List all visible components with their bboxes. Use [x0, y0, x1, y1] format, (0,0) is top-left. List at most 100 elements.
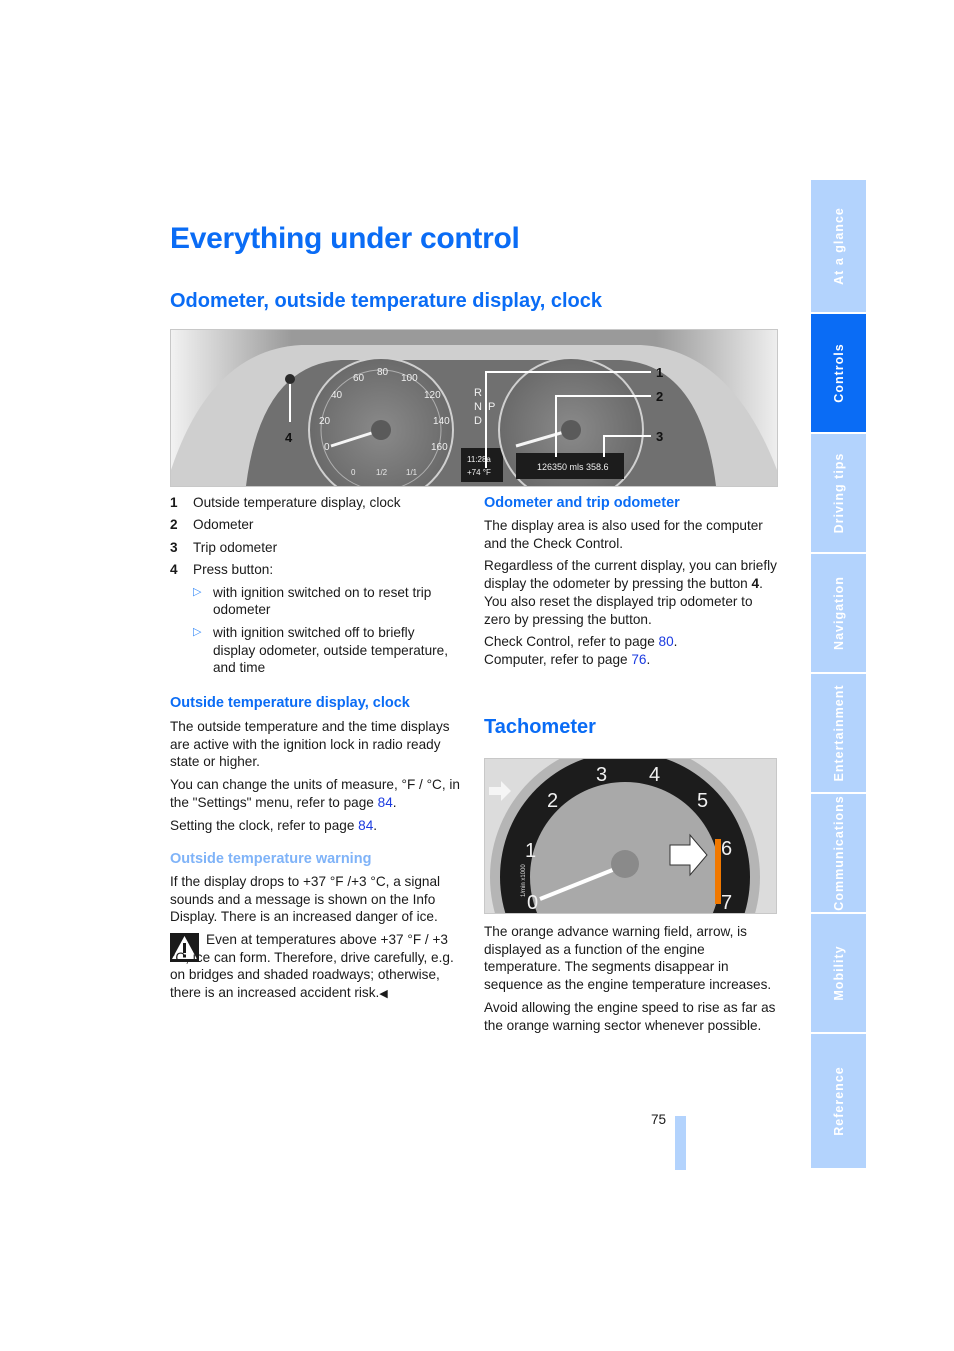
paragraph: Avoid allowing the engine speed to rise …	[484, 999, 776, 1033]
gear-r: R	[474, 387, 482, 399]
tab-entertainment[interactable]: Entertainment	[811, 674, 866, 792]
page-link-84[interactable]: 84	[358, 818, 373, 833]
tachometer-gauge: 126350 mls 358.6	[498, 357, 644, 486]
tachometer-body: The orange advance warning field, arrow,…	[484, 923, 779, 1039]
section-heading-tachometer: Tachometer	[484, 716, 596, 738]
callout-4: 4	[285, 430, 293, 445]
tab-label: Navigation	[831, 576, 846, 650]
legend-subitem-text: with ignition switched off to briefly di…	[213, 624, 449, 676]
tach-tick-label: 5	[697, 790, 708, 812]
fuel-tick-label: 1/1	[406, 468, 418, 477]
speed-tick-label: 80	[377, 367, 389, 378]
page-link-76[interactable]: 76	[631, 652, 646, 667]
tab-label: Communications	[831, 795, 846, 911]
bullet-triangle-icon: ▷	[193, 625, 202, 638]
tab-label: Mobility	[831, 945, 846, 1001]
legend-subitem: ▷ with ignition switched on to reset trip…	[193, 584, 465, 619]
legend-item: 4 Press button:	[170, 561, 465, 579]
button-ref: 4	[751, 576, 760, 592]
turn-signal-icon	[489, 781, 511, 801]
tab-label: Reference	[831, 1066, 846, 1136]
tachometer-illustration: 0 1 2 3 4 5 6 7 1/min x1000	[489, 759, 760, 913]
gear-p: P	[488, 401, 495, 413]
page-number-bar	[675, 1116, 686, 1170]
text: .	[759, 576, 763, 592]
callout-1: 1	[656, 365, 663, 380]
speed-tick-label: 20	[319, 416, 331, 427]
page-number: 75	[651, 1112, 667, 1127]
fuel-tick-label: 0	[351, 468, 356, 477]
speed-tick-label: 0	[324, 442, 330, 453]
temperature-display: +74 °F	[467, 468, 491, 477]
legend-item: 1 Outside temperature display, clock	[170, 494, 465, 512]
caution-text: Even at temperatures above +37 °F / +3 °…	[170, 931, 465, 1004]
text: Setting the clock, refer to page	[170, 817, 359, 833]
tab-controls[interactable]: Controls	[811, 314, 866, 432]
speed-tick-label: 100	[401, 373, 418, 384]
tach-tick-label: 4	[649, 764, 660, 786]
legend-subitem-text: with ignition switched on to reset trip …	[213, 584, 432, 618]
tab-driving-tips[interactable]: Driving tips	[811, 434, 866, 552]
tach-tick-label: 0	[527, 892, 538, 913]
page-link-84[interactable]: 84	[378, 795, 393, 810]
page-link-80[interactable]: 80	[659, 634, 674, 649]
tab-label: Entertainment	[831, 684, 846, 782]
legend-item: 2 Odometer	[170, 516, 465, 534]
tach-tick-label: 6	[721, 838, 732, 860]
tab-at-a-glance[interactable]: At a glance	[811, 180, 866, 312]
paragraph: You can change the units of measure, °F …	[170, 776, 465, 811]
clock-display: 11:28a	[467, 455, 491, 464]
tachometer-figure: 0 1 2 3 4 5 6 7 1/min x1000	[484, 758, 777, 914]
legend-text: Press button:	[193, 562, 274, 578]
instrument-cluster-illustration: 0 20 40 60 80 100 120 140 160 0 1/2 1/1 …	[171, 330, 777, 486]
end-mark-icon: ◀	[379, 988, 388, 1001]
chapter-tabs: At a glance Controls Driving tips Naviga…	[811, 180, 866, 1168]
speed-tick-label: 40	[331, 390, 343, 401]
legend-subitem: ▷ with ignition switched off to briefly d…	[193, 624, 465, 677]
caution-body: Even at temperatures above +37 °F / +3 °…	[170, 932, 454, 1001]
page-title: Everything under control	[170, 222, 520, 255]
subheading-outside-temp-warning: Outside temperature warning	[170, 851, 372, 867]
paragraph: The orange advance warning field, arrow,…	[484, 924, 772, 993]
instrument-cluster-figure: 0 20 40 60 80 100 120 140 160 0 1/2 1/1 …	[170, 329, 778, 487]
outside-temp-body: The outside temperature and the time dis…	[170, 718, 465, 839]
paragraph: Check Control, refer to page 80.	[484, 633, 779, 651]
callout-2: 2	[656, 389, 663, 404]
legend-number: 4	[170, 562, 178, 578]
tab-reference[interactable]: Reference	[811, 1034, 866, 1168]
legend-item: 3 Trip odometer	[170, 539, 465, 557]
subheading-odometer-trip: Odometer and trip odometer	[484, 495, 680, 511]
tab-navigation[interactable]: Navigation	[811, 554, 866, 672]
subheading-outside-temp-display: Outside temperature display, clock	[170, 695, 410, 711]
text: Regardless of the current display, you c…	[484, 558, 777, 592]
text: .	[673, 634, 678, 650]
paragraph: You also reset the displayed trip odomet…	[484, 593, 753, 627]
tach-tick-label: 7	[721, 892, 732, 913]
section-heading-odometer-temp-clock: Odometer, outside temperature display, c…	[170, 290, 602, 312]
legend-text: Trip odometer	[193, 539, 278, 555]
legend-number: 2	[170, 517, 178, 533]
paragraph: Setting the clock, refer to page 84.	[170, 817, 465, 835]
gear-d: D	[474, 415, 482, 427]
speed-tick-label: 120	[424, 390, 441, 401]
odometer-display: 126350 mls 358.6	[537, 462, 609, 472]
tach-tick-label: 1	[525, 840, 536, 862]
speed-tick-label: 60	[353, 373, 365, 384]
tab-label: Controls	[831, 343, 846, 403]
paragraph: The outside temperature and the time dis…	[170, 719, 450, 770]
speed-tick-label: 140	[433, 416, 450, 427]
speed-tick-label: 160	[431, 442, 448, 453]
speedometer-gauge: 0 20 40 60 80 100 120 140 160 0 1/2 1/1	[308, 357, 454, 486]
warning-body: If the display drops to +37 °F /+3 °C, a…	[170, 874, 441, 925]
legend-text: Outside temperature display, clock	[193, 495, 401, 510]
tab-mobility[interactable]: Mobility	[811, 914, 866, 1032]
tach-unit-label: 1/min x1000	[521, 864, 527, 897]
tab-label: Driving tips	[831, 452, 846, 534]
figure-legend: 1 Outside temperature display, clock 2 Odo…	[170, 494, 465, 682]
tab-communications[interactable]: Communications	[811, 794, 866, 912]
text: .	[392, 794, 397, 810]
tach-tick-label: 3	[596, 764, 607, 786]
legend-number: 3	[170, 539, 178, 555]
legend-number: 1	[170, 495, 178, 510]
text: Check Control, refer to page	[484, 634, 659, 650]
